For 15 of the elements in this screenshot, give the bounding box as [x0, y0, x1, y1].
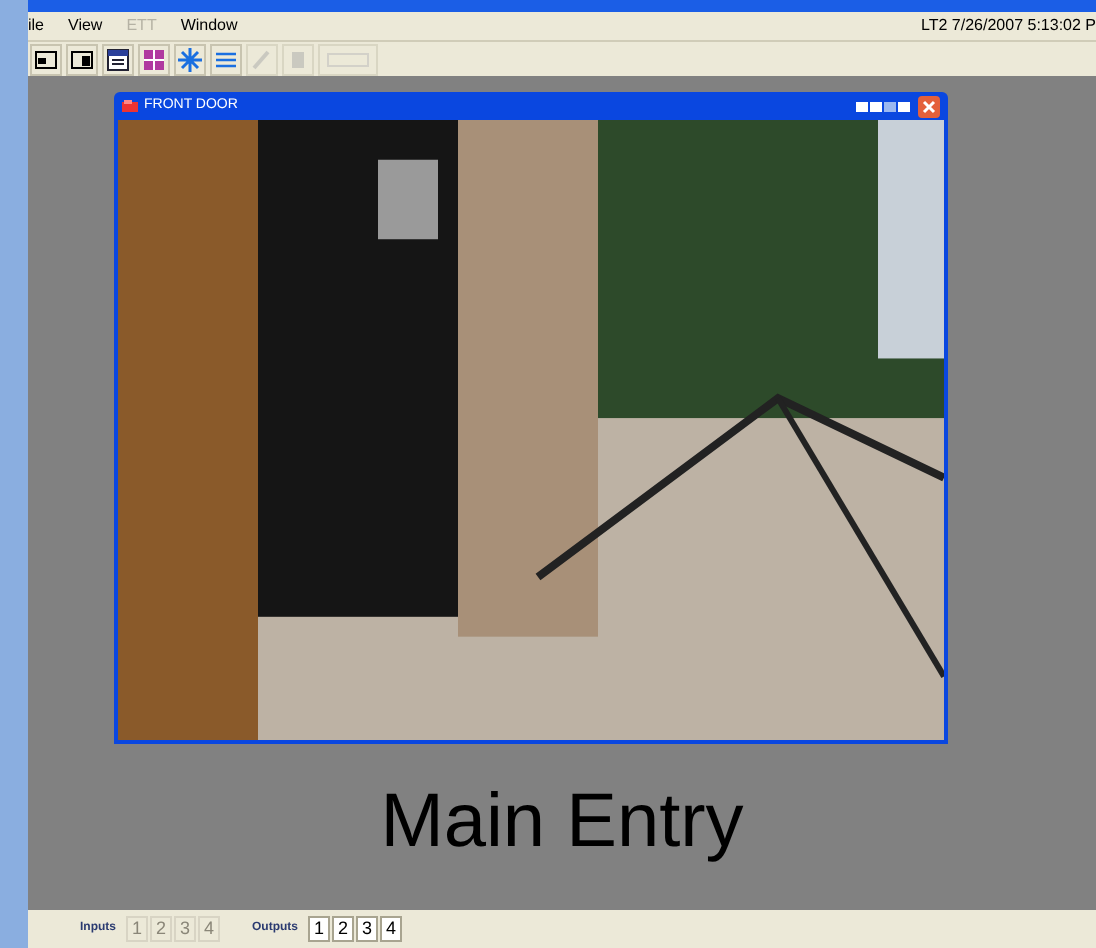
menu-item[interactable]: ile	[28, 14, 45, 38]
toolbar-button[interactable]	[102, 43, 134, 75]
grid-icon	[104, 45, 132, 73]
output-button[interactable]: 4	[380, 916, 402, 942]
close-icon	[922, 99, 936, 113]
quad-icon	[140, 45, 168, 73]
camera-caption: Main Entry	[378, 778, 746, 868]
menu-item[interactable]: Window	[180, 14, 238, 38]
output-button[interactable]: 1	[308, 916, 330, 942]
close-button[interactable]	[918, 95, 940, 117]
output-button[interactable]: 2	[332, 916, 354, 942]
layout-icon	[856, 101, 912, 111]
output-button[interactable]: 3	[356, 916, 378, 942]
menu-item[interactable]: View	[68, 14, 103, 38]
clock-text: LT2 7/26/2007 5:13:02 P	[921, 14, 1096, 38]
